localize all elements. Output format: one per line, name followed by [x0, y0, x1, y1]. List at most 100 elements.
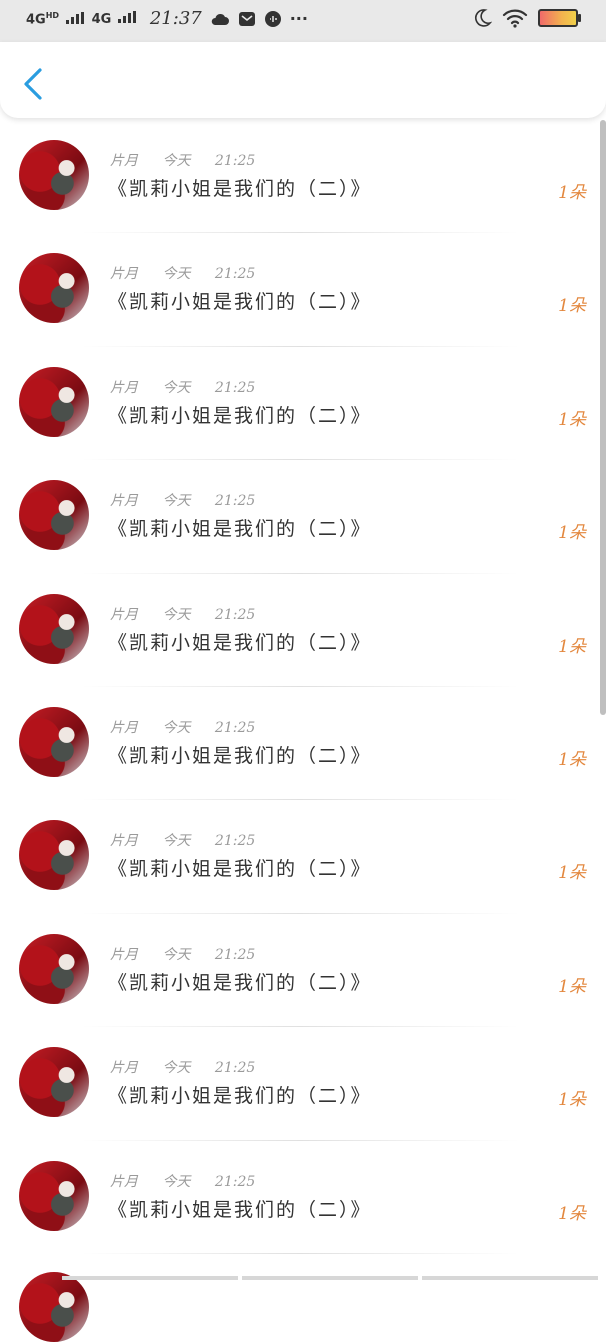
author-name: 片月	[110, 379, 138, 396]
avatar[interactable]	[19, 1272, 89, 1342]
message-list[interactable]: 片月 今天 21:25 《凯莉小姐是我们的（二）》 1朵 片月 今天 21:25…	[0, 120, 600, 1280]
list-item[interactable]: 片月 今天 21:25 《凯莉小姐是我们的（二）》 1朵	[0, 1027, 600, 1141]
flower-count: 1朵	[558, 296, 586, 317]
list-item[interactable]: 片月 今天 21:25 《凯莉小姐是我们的（二）》 1朵	[0, 914, 600, 1028]
message-time: 21:25	[214, 1173, 256, 1190]
flower-count: 1朵	[558, 523, 586, 544]
scrollbar[interactable]	[600, 120, 606, 715]
message-title: 《凯莉小姐是我们的（二）》	[108, 1198, 372, 1221]
author-name: 片月	[110, 606, 138, 623]
flower-count: 1朵	[558, 409, 586, 430]
message-date: 今天	[162, 833, 191, 850]
flower-count: 1朵	[558, 749, 586, 770]
avatar[interactable]	[19, 366, 89, 437]
message-time: 21:25	[214, 266, 256, 283]
message-time: 21:25	[214, 606, 256, 623]
audio-icon	[264, 10, 282, 28]
list-item[interactable]: 片月 今天 21:25 《凯莉小姐是我们的（二）》 1朵	[0, 120, 600, 234]
message-title: 《凯莉小姐是我们的（二）》	[108, 1085, 372, 1108]
divider	[80, 1252, 520, 1254]
message-time: 21:25	[214, 153, 256, 169]
network-indicator-1: 4GHD	[26, 10, 84, 28]
message-meta: 片月 今天 21:25	[110, 263, 275, 283]
message-title: 《凯莉小姐是我们的（二）》	[108, 744, 372, 767]
message-meta: 片月 今天 21:25	[110, 830, 275, 850]
flower-count: 1朵	[558, 183, 586, 203]
list-item[interactable]: 片月 今天 21:25 《凯莉小姐是我们的（二）》 1朵	[0, 233, 600, 347]
message-date: 今天	[162, 153, 191, 169]
author-name: 片月	[110, 266, 138, 283]
battery-icon	[538, 9, 581, 27]
avatar[interactable]	[19, 593, 89, 664]
avatar[interactable]	[19, 1160, 89, 1231]
moon-icon	[472, 8, 492, 28]
wifi-icon	[502, 8, 528, 28]
author-name: 片月	[110, 946, 138, 963]
author-name: 片月	[110, 493, 138, 510]
message-title: 《凯莉小姐是我们的（二）》	[108, 858, 372, 881]
bottom-fade-bar	[62, 1276, 598, 1280]
message-date: 今天	[162, 493, 191, 510]
signal-bars-icon	[65, 11, 84, 24]
flower-count: 1朵	[558, 863, 586, 884]
list-item[interactable]: 片月 今天 21:25 《凯莉小姐是我们的（二）》 1朵	[0, 800, 600, 914]
message-meta: 片月 今天 21:25	[110, 717, 275, 737]
message-time: 21:25	[214, 379, 256, 396]
avatar[interactable]	[19, 140, 89, 210]
mail-icon	[238, 11, 256, 27]
author-name: 片月	[110, 153, 138, 169]
list-item[interactable]: 片月 今天 21:25 《凯莉小姐是我们的（二）》 1朵	[0, 347, 600, 461]
message-meta: 片月 今天 21:25	[110, 1171, 275, 1191]
message-meta: 片月 今天 21:25	[110, 377, 275, 397]
message-meta: 片月 今天 21:25	[110, 944, 275, 964]
author-name: 片月	[110, 833, 138, 850]
message-meta: 片月 今天 21:25	[110, 490, 275, 510]
message-title: 《凯莉小姐是我们的（二）》	[108, 291, 372, 314]
message-title: 《凯莉小姐是我们的（二）》	[108, 518, 372, 541]
message-time: 21:25	[214, 946, 256, 963]
message-time: 21:25	[214, 493, 256, 510]
message-title: 《凯莉小姐是我们的（二）》	[108, 178, 372, 200]
flower-count: 1朵	[558, 1203, 586, 1224]
list-item[interactable]: 片月 今天 21:25 《凯莉小姐是我们的（二）》 1朵	[0, 687, 600, 801]
message-date: 今天	[162, 719, 191, 736]
network-hd-label: HD	[45, 11, 60, 21]
message-date: 今天	[162, 1173, 191, 1190]
list-item[interactable]: 片月 今天 21:25 《凯莉小姐是我们的（二）》 1朵	[0, 1141, 600, 1254]
message-title: 《凯莉小姐是我们的（二）》	[108, 971, 372, 994]
message-date: 今天	[162, 1060, 191, 1077]
cloud-icon	[210, 11, 230, 27]
list-item[interactable]: 片月 今天 21:25 《凯莉小姐是我们的（二）》 1朵	[0, 460, 600, 574]
network-label: 4G	[91, 12, 112, 27]
author-name: 片月	[110, 1173, 138, 1190]
avatar[interactable]	[19, 933, 89, 1004]
message-time: 21:25	[214, 719, 256, 736]
message-date: 今天	[162, 266, 191, 283]
status-bar: 4GHD 4G 21:37 ···	[0, 0, 606, 42]
flower-count: 1朵	[558, 1090, 586, 1111]
flower-count: 1朵	[558, 636, 586, 657]
message-time: 21:25	[214, 1060, 256, 1077]
clock: 21:37	[149, 8, 202, 29]
avatar[interactable]	[19, 820, 89, 891]
back-button[interactable]	[20, 66, 46, 102]
message-date: 今天	[162, 379, 191, 396]
network-label: 4G	[26, 12, 46, 28]
avatar[interactable]	[19, 1047, 89, 1118]
more-dots-icon: ···	[289, 9, 308, 28]
avatar[interactable]	[19, 253, 89, 324]
top-navigation-bar	[0, 42, 606, 118]
signal-bars-icon	[117, 11, 136, 23]
list-item[interactable]: 片月 今天 21:25 《凯莉小姐是我们的（二）》 1朵	[0, 574, 600, 687]
message-meta: 片月 今天 21:25	[110, 150, 275, 170]
flower-count: 1朵	[558, 976, 586, 997]
message-title: 《凯莉小姐是我们的（二）》	[108, 404, 372, 427]
avatar[interactable]	[19, 706, 89, 777]
message-date: 今天	[162, 946, 191, 963]
author-name: 片月	[110, 719, 138, 736]
message-date: 今天	[162, 606, 191, 623]
chevron-left-icon	[24, 68, 42, 100]
author-name: 片月	[110, 1060, 138, 1077]
message-meta: 片月 今天 21:25	[110, 604, 275, 624]
avatar[interactable]	[19, 480, 89, 551]
